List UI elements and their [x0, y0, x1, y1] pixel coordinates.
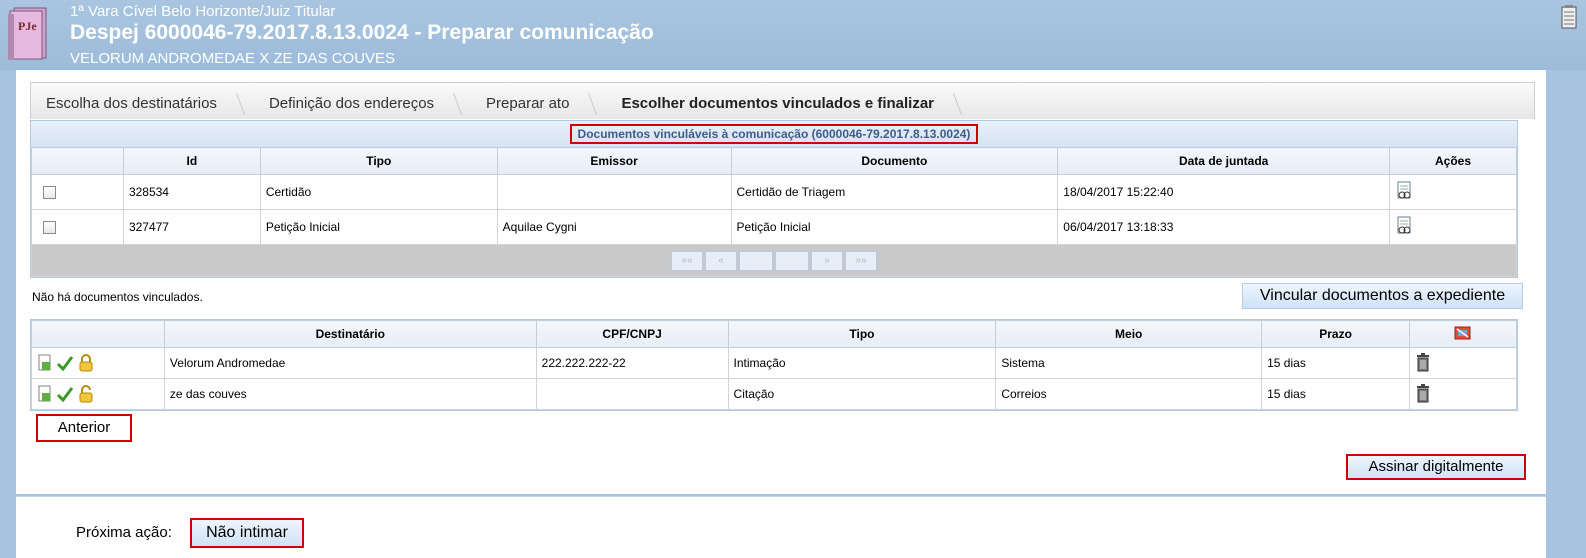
documents-table-panel: Documentos vinculáveis à comunicação (60… — [30, 120, 1518, 278]
cell-documento: Petição Inicial — [730, 209, 1059, 245]
documents-table: Id Tipo Emissor Documento Data de juntad… — [31, 147, 1517, 277]
table-header-row: Id Tipo Emissor Documento Data de juntad… — [31, 147, 1517, 175]
cell-tipo: Petição Inicial — [259, 209, 498, 245]
row-checkbox-cell — [31, 209, 124, 245]
page-header: PJe 1ª Vara Cível Belo Horizonte/Juiz Ti… — [0, 0, 1586, 70]
case-parties: VELORUM ANDROMEDAE X ZE DAS COUVES — [70, 50, 396, 67]
tab-documentos-finalizar[interactable]: Escolher documentos vinculados e finaliz… — [593, 89, 958, 119]
page-title: Despej 6000046-79.2017.8.13.0024 - Prepa… — [70, 21, 654, 44]
previous-button[interactable]: Anterior — [36, 414, 132, 442]
cell-cpf — [535, 378, 729, 410]
check-icon — [57, 356, 74, 371]
svg-text:PJe: PJe — [18, 19, 37, 33]
document-status-icon — [38, 385, 51, 402]
pager-page-button[interactable] — [775, 250, 809, 271]
status-icons-cell — [31, 347, 165, 379]
cell-documento: Certidão de Triagem — [730, 174, 1059, 210]
tab-destinatarios[interactable]: Escolha dos destinatários — [31, 89, 241, 119]
pje-logo-icon: PJe — [8, 7, 47, 60]
cell-destinatario: ze das couves — [163, 378, 537, 410]
cell-id: 327477 — [122, 209, 261, 245]
cell-remove — [1409, 347, 1517, 379]
column-header-documento[interactable]: Documento — [730, 147, 1059, 175]
column-header-tipo[interactable]: Tipo — [259, 147, 498, 175]
court-name: 1ª Vara Cível Belo Horizonte/Juiz Titula… — [70, 3, 336, 20]
view-document-icon[interactable] — [1395, 216, 1413, 236]
trash-icon[interactable] — [1415, 352, 1431, 372]
column-header-remove-all — [1409, 320, 1517, 348]
recipients-table: Destinatário CPF/CNPJ Tipo Meio Prazo Ve… — [31, 320, 1517, 410]
next-action-footer: Próxima ação: Não intimar — [16, 496, 1546, 558]
status-icons-cell — [31, 378, 165, 410]
document-status-icon — [38, 354, 51, 371]
next-action-label: Próxima ação: — [76, 524, 172, 541]
pager-cell: «« « » »» — [31, 244, 1517, 277]
cell-acoes — [1389, 174, 1517, 210]
trash-icon[interactable] — [1415, 383, 1431, 403]
cell-tipo: Citação — [727, 378, 997, 410]
column-header-icons — [31, 320, 165, 348]
no-linked-docs-message: Não há documentos vinculados. — [32, 290, 203, 304]
cell-acoes — [1389, 209, 1517, 245]
cell-data: 06/04/2017 13:18:33 — [1057, 209, 1391, 245]
table-row: Velorum Andromedae 222.222.222-22 Intima… — [31, 347, 1517, 379]
column-header-acoes: Ações — [1389, 147, 1517, 175]
documents-caption: Documentos vinculáveis à comunicação (60… — [569, 124, 979, 144]
pager-last-button[interactable]: »» — [845, 250, 877, 271]
column-header-destinatario: Destinatário — [163, 320, 537, 348]
view-document-icon[interactable] — [1395, 181, 1413, 201]
cell-tipo: Certidão — [259, 174, 498, 210]
table-row: 328534 Certidão Certidão de Triagem 18/0… — [31, 174, 1517, 210]
cell-tipo: Intimação — [727, 347, 997, 379]
pager-page-button[interactable] — [739, 250, 773, 271]
row-checkbox[interactable] — [43, 221, 56, 235]
row-checkbox[interactable] — [43, 186, 56, 200]
wizard-tabs: Escolha dos destinatários Definição dos … — [30, 82, 1535, 119]
column-header-emissor[interactable]: Emissor — [496, 147, 732, 175]
pager-prev-button[interactable]: « — [705, 250, 737, 271]
cell-prazo: 15 dias — [1261, 347, 1411, 379]
recipients-table-panel: Destinatário CPF/CNPJ Tipo Meio Prazo Ve… — [30, 319, 1518, 411]
check-icon — [57, 387, 74, 402]
column-header-id[interactable]: Id — [122, 147, 261, 175]
table-header-row: Destinatário CPF/CNPJ Tipo Meio Prazo — [31, 320, 1517, 348]
do-not-notify-button[interactable]: Não intimar — [190, 518, 304, 548]
table-row: ze das couves Citação Correios 15 dias — [31, 378, 1517, 410]
cell-cpf: 222.222.222-22 — [535, 347, 729, 379]
sign-digitally-button[interactable]: Assinar digitalmente — [1346, 454, 1526, 480]
cell-remove — [1409, 378, 1517, 410]
column-header-cpf: CPF/CNPJ — [535, 320, 729, 348]
remove-all-icon[interactable] — [1454, 325, 1472, 341]
column-header-select — [31, 147, 124, 175]
column-header-prazo: Prazo — [1261, 320, 1411, 348]
link-documents-button[interactable]: Vincular documentos a expediente — [1242, 283, 1523, 309]
pager: «« « » »» — [671, 250, 877, 271]
cell-id: 328534 — [122, 174, 261, 210]
main-panel: Escolha dos destinatários Definição dos … — [16, 70, 1546, 494]
column-header-tipo: Tipo — [727, 320, 997, 348]
pager-row: «« « » »» — [31, 244, 1517, 277]
pager-first-button[interactable]: «« — [671, 250, 703, 271]
cell-destinatario: Velorum Andromedae — [163, 347, 537, 379]
cell-prazo: 15 dias — [1261, 378, 1411, 410]
cell-emissor — [496, 174, 732, 210]
cell-meio: Correios — [995, 378, 1263, 410]
documents-caption-bar: Documentos vinculáveis à comunicação (60… — [31, 121, 1517, 147]
cell-emissor: Aquilae Cygni — [496, 209, 732, 245]
lock-closed-icon[interactable] — [78, 354, 94, 372]
lock-open-icon[interactable] — [78, 385, 94, 403]
tab-preparar-ato[interactable]: Preparar ato — [458, 89, 593, 119]
pager-next-button[interactable]: » — [811, 250, 843, 271]
cell-data: 18/04/2017 15:22:40 — [1057, 174, 1391, 210]
column-header-data[interactable]: Data de juntada — [1057, 147, 1391, 175]
tab-enderecos[interactable]: Definição dos endereços — [241, 89, 458, 119]
table-row: 327477 Petição Inicial Aquilae Cygni Pet… — [31, 209, 1517, 245]
notepad-icon[interactable] — [1560, 4, 1578, 30]
row-checkbox-cell — [31, 174, 124, 210]
column-header-meio: Meio — [995, 320, 1263, 348]
cell-meio: Sistema — [995, 347, 1263, 379]
